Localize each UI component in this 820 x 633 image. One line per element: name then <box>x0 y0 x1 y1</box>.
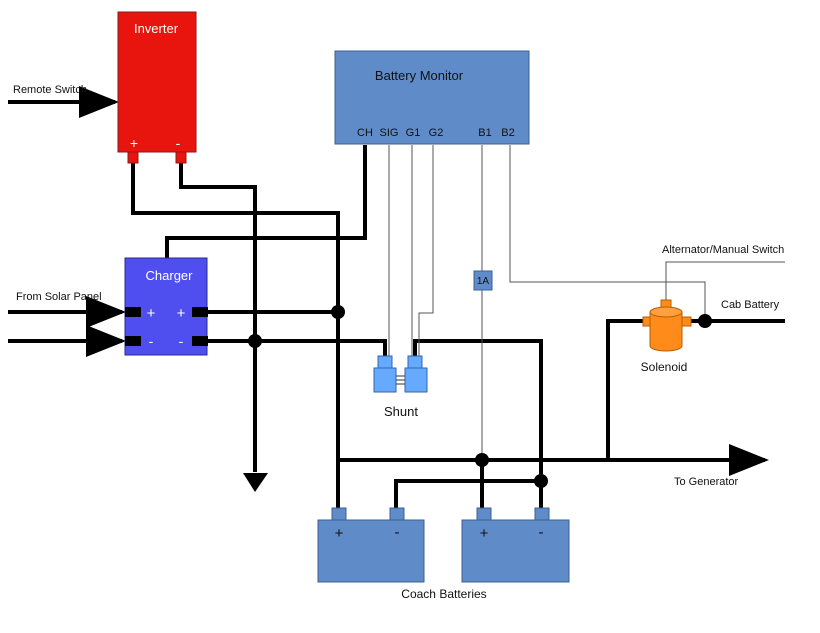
wire-b2 <box>509 145 706 321</box>
coach-battery-2[interactable]: + - <box>461 507 570 583</box>
fuse-1a[interactable]: 1A <box>473 270 493 291</box>
terminal-b2: B2 <box>501 127 514 139</box>
charger-plus-in: + <box>147 305 156 322</box>
cab-battery-label: Cab Battery <box>721 299 780 311</box>
terminal-sig: SIG <box>380 127 399 139</box>
inverter-plus: + <box>130 135 138 151</box>
charger-plus-out: + <box>177 305 186 322</box>
junction-dot <box>331 305 345 319</box>
solenoid-label: Solenoid <box>641 360 688 374</box>
diagram-canvas: Inverter + - Remote Switch Battery Monit… <box>8 11 785 601</box>
shunt[interactable]: Shunt <box>373 355 428 419</box>
solenoid[interactable]: Solenoid <box>641 299 692 374</box>
junction-dot <box>248 334 262 348</box>
wire-shunt-battery <box>413 339 543 510</box>
junction-dot <box>698 314 712 328</box>
wire-battery-link <box>394 479 541 510</box>
coach-battery-1[interactable]: + - <box>317 507 425 583</box>
inverter-label: Inverter <box>134 21 179 36</box>
charger-label: Charger <box>146 268 194 283</box>
charger-minus-in: - <box>149 333 154 349</box>
charger[interactable]: Charger + + - - <box>124 257 208 356</box>
battery-monitor[interactable]: Battery Monitor CH SIG G1 G2 B1 B2 <box>334 50 530 145</box>
terminal-b1: B1 <box>478 127 491 139</box>
terminal-ch: CH <box>357 127 373 139</box>
wiring-diagram: Inverter + - Remote Switch Battery Monit… <box>0 0 820 633</box>
terminal-g2: G2 <box>429 127 444 139</box>
terminal-g1: G1 <box>406 127 421 139</box>
wire-solenoid-left <box>606 319 645 460</box>
battery2-minus: - <box>539 524 544 541</box>
battery1-plus: + <box>335 525 344 542</box>
battery2-plus: + <box>480 525 489 542</box>
junction-dot <box>534 474 548 488</box>
to-generator-label: To Generator <box>674 476 739 488</box>
wire-g2 <box>418 145 434 357</box>
battery1-minus: - <box>395 524 400 541</box>
charger-minus-out: - <box>179 333 184 349</box>
remote-switch-label: Remote Switch <box>13 84 87 96</box>
inverter[interactable]: Inverter + - <box>117 11 197 164</box>
inverter-minus: - <box>176 135 181 151</box>
wire-charger-negative <box>207 339 387 357</box>
coach-batteries-label: Coach Batteries <box>401 587 486 601</box>
wire-charger-ch <box>165 145 367 258</box>
battery-monitor-label: Battery Monitor <box>375 68 464 83</box>
junction-dot <box>475 453 489 467</box>
fuse-label: 1A <box>477 276 490 287</box>
from-solar-label: From Solar Panel <box>16 291 102 303</box>
alternator-label: Alternator/Manual Switch <box>662 244 784 256</box>
shunt-label: Shunt <box>384 404 418 419</box>
ground-arrow-icon <box>243 473 268 492</box>
